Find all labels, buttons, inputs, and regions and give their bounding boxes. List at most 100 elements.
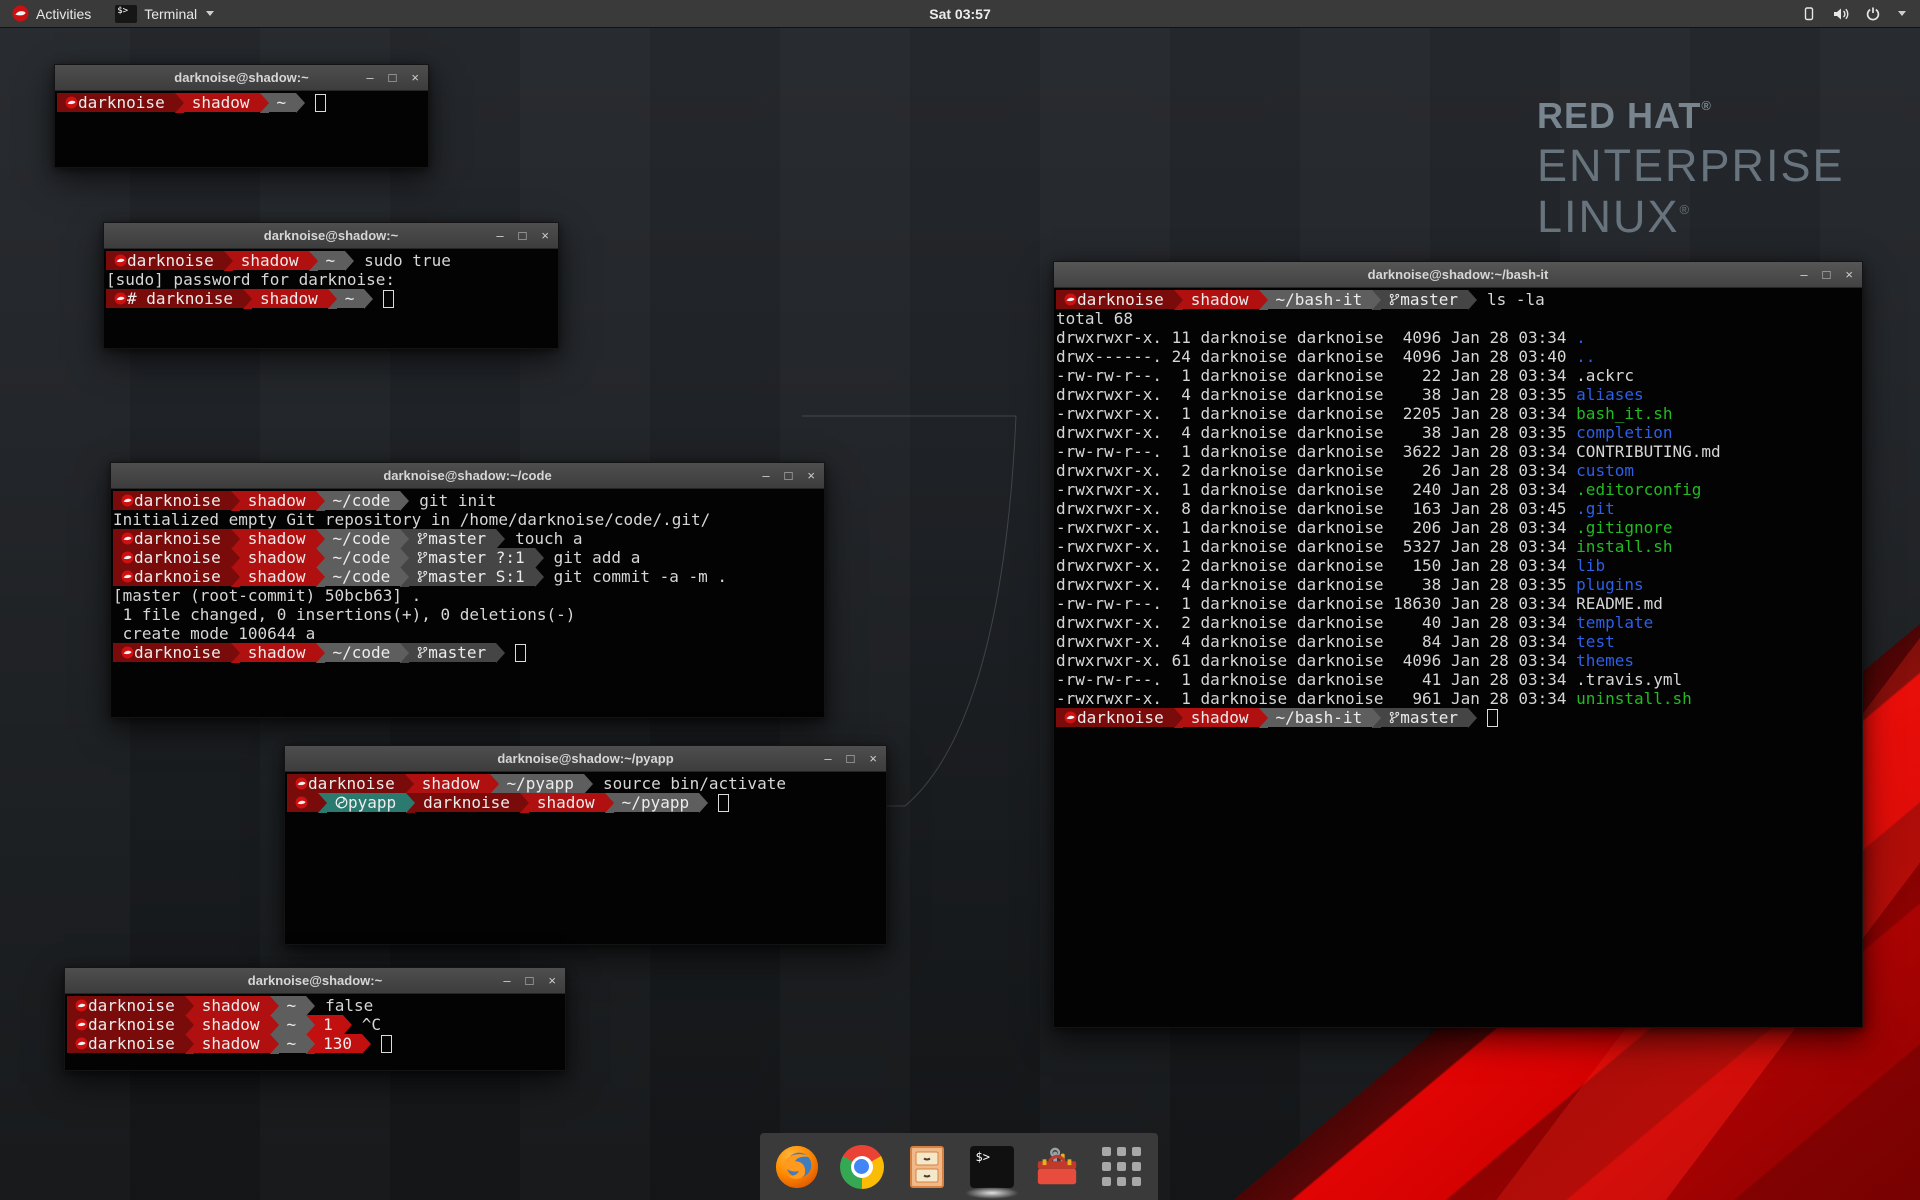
prompt-segment-path: ~/code bbox=[325, 567, 401, 586]
command-text: source bin/activate bbox=[593, 774, 786, 793]
powerline-arrow-icon bbox=[185, 996, 194, 1016]
minimize-button[interactable]: – bbox=[366, 65, 373, 90]
terminal-content[interactable]: darknoise shadow ~/code git initInitialized… bbox=[111, 489, 824, 719]
minimize-button[interactable]: – bbox=[762, 463, 769, 488]
powerline-arrow-icon bbox=[316, 529, 325, 549]
window-title: darknoise@shadow:~/pyapp bbox=[285, 751, 886, 766]
close-button[interactable]: × bbox=[1845, 262, 1853, 287]
close-button[interactable]: × bbox=[807, 463, 815, 488]
ls-row-meta: -rw-rw-r--. 1 darknoise darknoise 3622 J… bbox=[1056, 442, 1576, 461]
ls-row-filename: aliases bbox=[1576, 385, 1643, 404]
prompt-segment-path: ~ bbox=[279, 1015, 307, 1034]
maximize-button[interactable]: □ bbox=[389, 65, 397, 90]
terminal-exit-codes-titlebar[interactable]: darknoise@shadow:~–□× bbox=[65, 968, 565, 994]
powerline-arrow-icon bbox=[496, 643, 505, 663]
ls-row-filename: README.md bbox=[1576, 594, 1663, 613]
app-grid-dock-icon[interactable] bbox=[1098, 1143, 1146, 1191]
chrome-dock-icon[interactable] bbox=[838, 1143, 886, 1191]
firefox-dock-icon[interactable] bbox=[773, 1143, 821, 1191]
minimize-button[interactable]: – bbox=[503, 968, 510, 993]
ls-row-filename: .travis.yml bbox=[1576, 670, 1682, 689]
ls-row-filename: .ackrc bbox=[1576, 366, 1634, 385]
minimize-button[interactable]: – bbox=[824, 746, 831, 771]
running-indicator bbox=[965, 1187, 1019, 1199]
terminal-cursor bbox=[381, 1035, 392, 1053]
close-button[interactable]: × bbox=[411, 65, 419, 90]
powerline-arrow-icon bbox=[605, 793, 614, 813]
ls-row-meta: -rwxrwxr-x. 1 darknoise darknoise 5327 J… bbox=[1056, 537, 1576, 556]
terminal-content[interactable]: darknoiseshadow~/bash-itmasterls -latota… bbox=[1054, 288, 1862, 1029]
prompt-segment-host: shadow bbox=[240, 548, 316, 567]
redhat-prompt-icon bbox=[1064, 293, 1077, 306]
terminal-output-text: Initialized empty Git repository in /hom… bbox=[113, 510, 710, 529]
close-button[interactable]: × bbox=[869, 746, 877, 771]
minimize-button[interactable]: – bbox=[496, 223, 503, 248]
terminal-line: drwxrwxr-x. 2 darknoise darknoise 40 Jan… bbox=[1056, 613, 1862, 632]
maximize-button[interactable]: □ bbox=[519, 223, 527, 248]
activities-button[interactable]: Activities bbox=[0, 0, 103, 27]
terminal-content[interactable]: darknoiseshadow~/pyappsource bin/activat… bbox=[285, 772, 886, 946]
prompt-segment-path: ~ bbox=[269, 93, 297, 112]
terminal-pyapp-titlebar[interactable]: darknoise@shadow:~/pyapp–□ × bbox=[285, 746, 886, 772]
powerline-arrow-icon bbox=[306, 1034, 315, 1054]
powerline-arrow-icon bbox=[345, 251, 354, 271]
powerline-arrow-icon bbox=[231, 529, 240, 549]
brand-line-1: RED HAT® bbox=[1537, 98, 1845, 134]
ls-row-filename: .editorconfig bbox=[1576, 480, 1701, 499]
maximize-button[interactable]: □ bbox=[785, 463, 793, 488]
powerline-arrow-icon bbox=[1468, 290, 1477, 310]
files-dock-icon[interactable] bbox=[903, 1143, 951, 1191]
prompt-segment-user: darknoise bbox=[113, 491, 231, 510]
ls-row-filename: lib bbox=[1576, 556, 1605, 575]
terminal-content[interactable]: darknoiseshadow~sudo true[sudo] password… bbox=[104, 249, 558, 350]
window-controls: –□ × bbox=[824, 746, 877, 771]
toolbox-dock-icon[interactable] bbox=[1033, 1143, 1081, 1191]
terminal-line: drwxrwxr-x. 8 darknoise darknoise 163 Ja… bbox=[1056, 499, 1862, 518]
terminal-dock-icon[interactable]: $> bbox=[968, 1143, 1016, 1191]
prompt-segment-path: ~/code bbox=[325, 491, 401, 510]
powerline-arrow-icon bbox=[175, 93, 184, 113]
ls-row-meta: -rwxrwxr-x. 1 darknoise darknoise 206 Ja… bbox=[1056, 518, 1576, 537]
ls-row-meta: -rwxrwxr-x. 1 darknoise darknoise 2205 J… bbox=[1056, 404, 1576, 423]
terminal-line: darknoiseshadow~/codemaster bbox=[113, 643, 824, 662]
terminal-cursor bbox=[1487, 709, 1498, 727]
terminal-line: darknoiseshadow~130 bbox=[67, 1034, 565, 1053]
terminal-cursor bbox=[383, 290, 394, 308]
command-text: git init bbox=[409, 491, 496, 510]
powerline-arrow-icon bbox=[1259, 290, 1268, 310]
terminal-line: drwxrwxr-x. 4 darknoise darknoise 38 Jan… bbox=[1056, 423, 1862, 442]
maximize-button[interactable]: □ bbox=[526, 968, 534, 993]
system-status-area[interactable] bbox=[1801, 0, 1920, 27]
close-button[interactable]: × bbox=[548, 968, 556, 993]
rhel-wallpaper-logo: RED HAT® ENTERPRISE LINUX® bbox=[1537, 98, 1845, 239]
app-menu-button[interactable]: $> Terminal bbox=[103, 0, 226, 27]
ls-row-meta: drwxrwxr-x. 4 darknoise darknoise 38 Jan… bbox=[1056, 423, 1576, 442]
prompt-segment-host: shadow bbox=[240, 491, 316, 510]
maximize-button[interactable]: □ bbox=[847, 746, 855, 771]
powerline-arrow-icon bbox=[1468, 708, 1477, 728]
maximize-button[interactable]: □ bbox=[1823, 262, 1831, 287]
ls-row-meta: -rw-rw-r--. 1 darknoise darknoise 22 Jan… bbox=[1056, 366, 1576, 385]
terminal-line: drwx------. 24 darknoise darknoise 4096 … bbox=[1056, 347, 1862, 366]
terminal-home-small: darknoise@shadow:~–□×darknoiseshadow~ bbox=[54, 64, 429, 168]
prompt-segment-exit: 130 bbox=[315, 1034, 362, 1053]
terminal-content[interactable]: darknoiseshadow~falsedarknoiseshadow~1^C… bbox=[65, 994, 565, 1072]
clock[interactable]: Sat 03:57 bbox=[929, 6, 990, 22]
close-button[interactable]: × bbox=[541, 223, 549, 248]
command-text: sudo true bbox=[354, 251, 451, 270]
terminal-cursor bbox=[515, 644, 526, 662]
terminal-sudo-titlebar[interactable]: darknoise@shadow:~–□× bbox=[104, 223, 558, 249]
terminal-line: darknoiseshadow~ bbox=[57, 93, 428, 112]
power-icon bbox=[1865, 6, 1881, 22]
redhat-prompt-icon bbox=[121, 551, 134, 564]
terminal-bash-it-titlebar[interactable]: darknoise@shadow:~/bash-it–□× bbox=[1054, 262, 1862, 288]
terminal-content[interactable]: darknoiseshadow~ bbox=[55, 91, 428, 169]
prompt-segment-host: shadow bbox=[194, 1034, 270, 1053]
terminal-home-small-titlebar[interactable]: darknoise@shadow:~–□× bbox=[55, 65, 428, 91]
terminal-code-titlebar[interactable]: darknoise@shadow:~/code–□× bbox=[111, 463, 824, 489]
prompt-segment-host: shadow bbox=[240, 529, 316, 548]
minimize-button[interactable]: – bbox=[1800, 262, 1807, 287]
ls-row-meta: drwxrwxr-x. 2 darknoise darknoise 26 Jan… bbox=[1056, 461, 1576, 480]
terminal-line: darknoiseshadow~false bbox=[67, 996, 565, 1015]
prompt-segment-branch: master bbox=[409, 643, 496, 662]
